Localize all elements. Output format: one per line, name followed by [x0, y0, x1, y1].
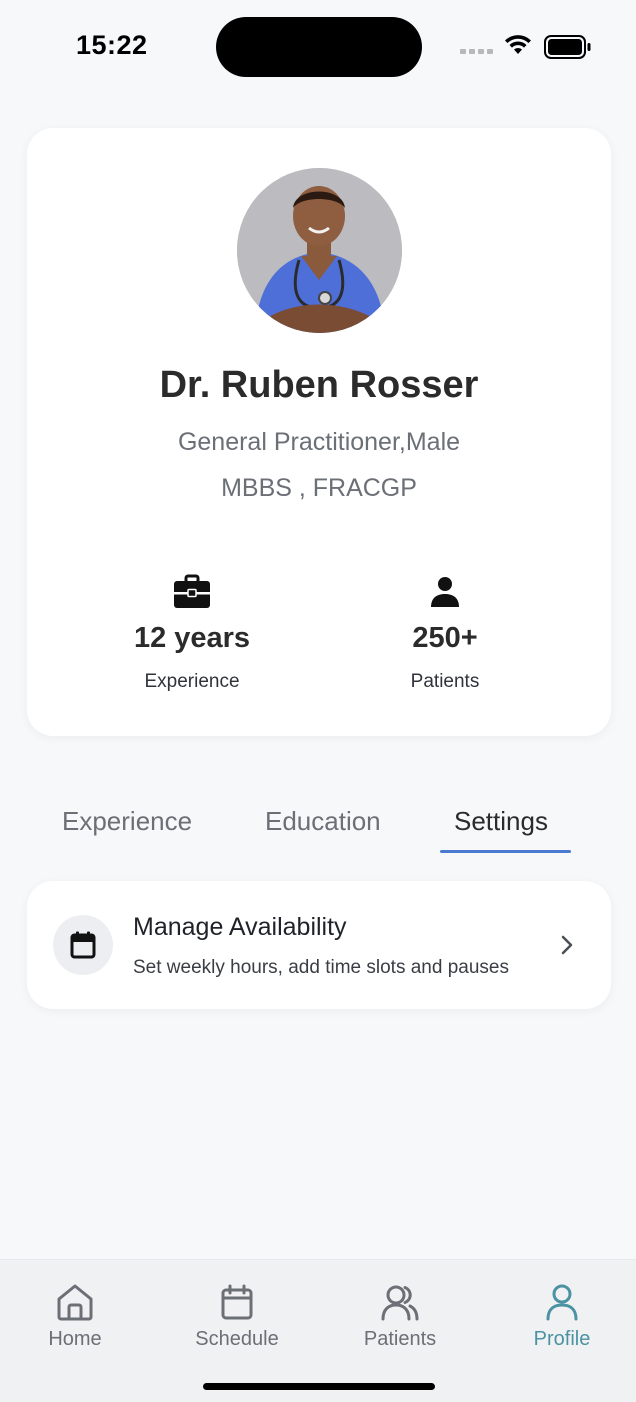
nav-patients[interactable]: Patients [330, 1282, 470, 1351]
battery-icon [544, 35, 591, 59]
stat-label: Experience [144, 671, 240, 692]
profile-tabs: Experience Education Settings [0, 800, 636, 856]
nav-label: Profile [533, 1328, 591, 1350]
profile-card: Dr. Ruben Rosser General Practitioner,Ma… [27, 128, 611, 736]
status-time: 15:22 [76, 30, 148, 60]
calendar-icon [70, 931, 96, 959]
dynamic-island [216, 17, 422, 77]
chevron-right-icon [561, 935, 573, 955]
user-icon [546, 1284, 578, 1321]
signal-icon [460, 49, 493, 54]
stat-patients: 250+ Patients [345, 574, 545, 693]
nav-label: Patients [363, 1328, 437, 1350]
nav-home[interactable]: Home [5, 1282, 145, 1351]
nav-schedule[interactable]: Schedule [167, 1282, 307, 1351]
home-indicator [203, 1383, 435, 1390]
settings-item-subtitle: Set weekly hours, add time slots and pau… [133, 957, 509, 978]
calendar-icon [221, 1284, 253, 1320]
avatar [237, 168, 402, 333]
briefcase-icon [174, 574, 210, 608]
person-icon [431, 577, 459, 607]
wifi-icon [505, 35, 531, 54]
users-icon [381, 1285, 419, 1321]
nav-label: Schedule [195, 1328, 279, 1350]
status-bar: 15:22 [0, 0, 636, 96]
doctor-name: Dr. Ruben Rosser [159, 364, 479, 406]
settings-item-title: Manage Availability [133, 913, 347, 941]
nav-profile[interactable]: Profile [492, 1282, 632, 1351]
manage-availability-item[interactable]: Manage Availability Set weekly hours, ad… [27, 881, 611, 1009]
doctor-qualifications: MBBS , FRACGP [221, 474, 417, 502]
stat-experience: 12 years Experience [92, 574, 292, 693]
tab-education[interactable]: Education [265, 806, 381, 837]
stat-value: 12 years [133, 622, 251, 654]
tab-settings[interactable]: Settings [454, 806, 548, 837]
settings-icon-wrap [53, 915, 113, 975]
doctor-specialty: General Practitioner,Male [177, 428, 461, 456]
tab-experience[interactable]: Experience [62, 806, 192, 837]
bottom-nav: Home Schedule Patients Profile [0, 1259, 636, 1402]
stat-value: 250+ [412, 622, 478, 654]
stat-label: Patients [410, 671, 480, 692]
home-icon [57, 1284, 93, 1321]
nav-label: Home [48, 1328, 102, 1350]
active-tab-indicator [440, 850, 571, 853]
